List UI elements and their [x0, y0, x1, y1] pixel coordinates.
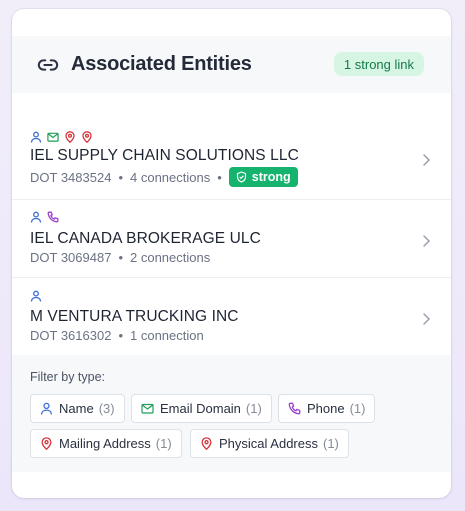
- entity-type-icons: [30, 131, 93, 143]
- card-title: Associated Entities: [71, 53, 252, 75]
- entity-dot-number: DOT 3483524: [30, 169, 112, 185]
- entity-dot-number: DOT 3069487: [30, 250, 112, 265]
- filter-panel: Filter by type: Name (3) Email Domain (1…: [12, 355, 451, 472]
- filter-chip-phone[interactable]: Phone (1): [278, 394, 376, 423]
- strong-link-count-badge: 1 strong link: [333, 52, 424, 76]
- person-icon: [30, 290, 42, 302]
- filter-label: Filter by type:: [30, 370, 106, 384]
- phone-icon: [47, 211, 59, 223]
- map-pin-icon: [64, 131, 76, 143]
- map-pin-icon: [40, 437, 53, 450]
- person-icon: [40, 402, 53, 415]
- filter-chip-email-domain[interactable]: Email Domain (1): [131, 394, 272, 423]
- entity-type-icons: [30, 290, 42, 302]
- card-header: Associated Entities 1 strong link: [12, 36, 451, 93]
- filter-chip-mailing-address[interactable]: Mailing Address (1): [30, 429, 182, 458]
- entity-connection-count: 4 connections: [130, 169, 211, 185]
- chevron-right-icon: [421, 153, 431, 167]
- entity-meta: DOT 3069487 • 2 connections: [30, 250, 211, 265]
- filter-chip-physical-address[interactable]: Physical Address (1): [190, 429, 349, 458]
- entity-name: IEL CANADA BROKERAGE ULC: [30, 230, 261, 247]
- chevron-right-icon: [421, 312, 431, 326]
- map-pin-icon: [81, 131, 93, 143]
- person-icon: [30, 131, 42, 143]
- entity-row[interactable]: IEL CANADA BROKERAGE ULC DOT 3069487 • 2…: [12, 200, 451, 278]
- mail-icon: [47, 131, 59, 143]
- entity-row[interactable]: M VENTURA TRUCKING INC DOT 3616302 • 1 c…: [12, 278, 451, 355]
- chevron-right-icon: [421, 234, 431, 248]
- entity-meta: DOT 3616302 • 1 connection: [30, 328, 204, 343]
- entity-connection-count: 2 connections: [130, 250, 211, 265]
- entity-meta: DOT 3483524 • 4 connections • strong: [30, 167, 298, 187]
- mail-icon: [141, 402, 154, 415]
- entity-connection-count: 1 connection: [130, 328, 204, 343]
- link-icon: [36, 53, 60, 77]
- entity-dot-number: DOT 3616302: [30, 328, 112, 343]
- entity-name: IEL SUPPLY CHAIN SOLUTIONS LLC: [30, 147, 299, 164]
- shield-check-icon: [236, 171, 247, 183]
- associated-entities-card: Associated Entities 1 strong link IEL SU…: [12, 9, 451, 498]
- map-pin-icon: [200, 437, 213, 450]
- entity-row[interactable]: IEL SUPPLY CHAIN SOLUTIONS LLC DOT 34835…: [12, 123, 451, 200]
- filter-chip-name[interactable]: Name (3): [30, 394, 125, 423]
- strong-badge: strong: [228, 167, 298, 187]
- phone-icon: [288, 402, 301, 415]
- person-icon: [30, 211, 42, 223]
- entity-name: M VENTURA TRUCKING INC: [30, 308, 239, 325]
- entity-type-icons: [30, 211, 59, 223]
